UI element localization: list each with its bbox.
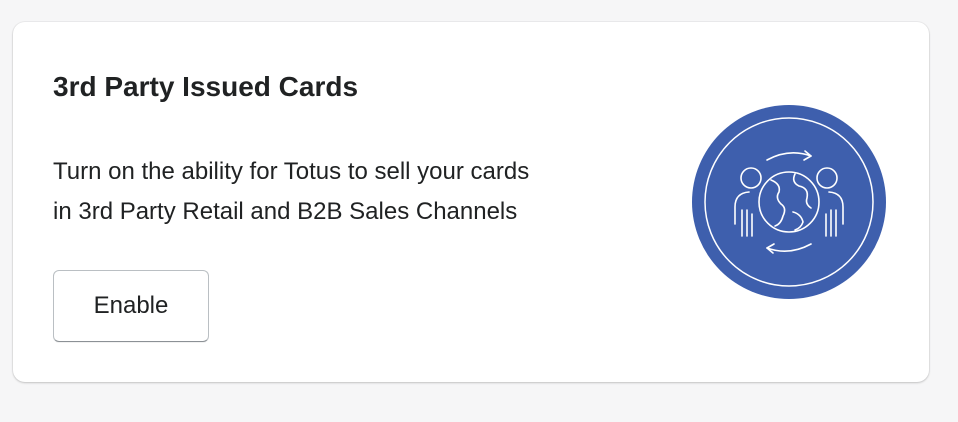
card-description-line-2: in 3rd Party Retail and B2B Sales Channe… (53, 198, 518, 225)
card-description-line-1: Turn on the ability for Totus to sell yo… (53, 158, 530, 185)
card-title: 3rd Party Issued Cards (53, 71, 359, 102)
enable-button[interactable]: Enable (53, 270, 209, 342)
globe-with-people-exchange-icon (691, 104, 887, 300)
card-description: Turn on the ability for Totus to sell yo… (53, 152, 663, 232)
settings-card: 3rd Party Issued Cards Turn on the abili… (13, 22, 929, 382)
